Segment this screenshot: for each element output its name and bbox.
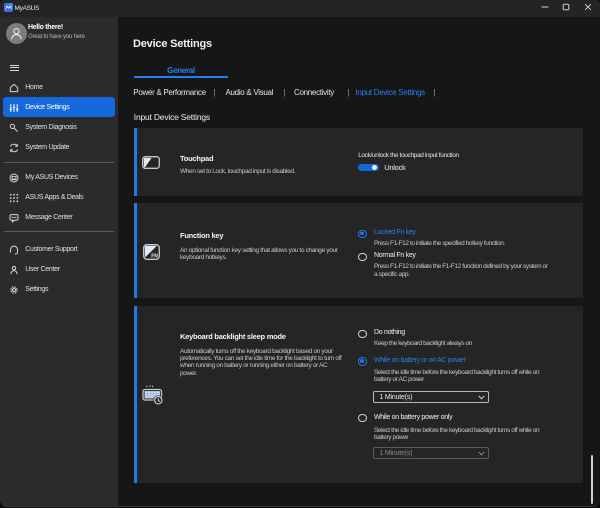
svg-text:FN: FN bbox=[151, 254, 158, 260]
